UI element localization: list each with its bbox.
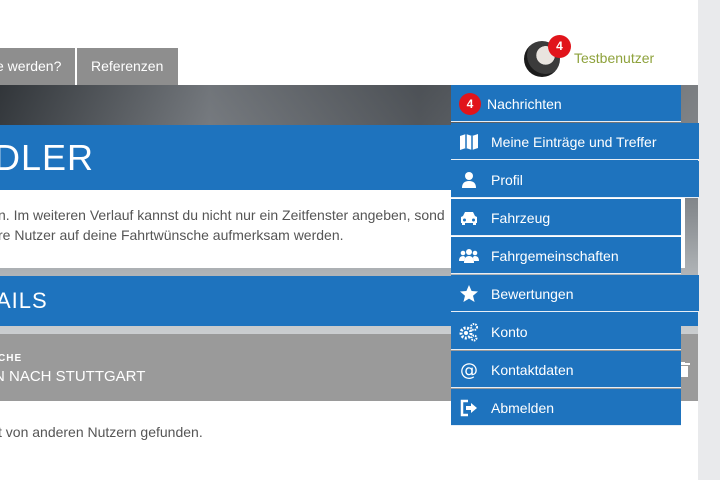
gears-icon xyxy=(459,322,479,342)
svg-text:@: @ xyxy=(460,360,478,380)
intro-text-line1: n. Im weiteren Verlauf kannst du nicht n… xyxy=(0,207,445,223)
notification-badge: 4 xyxy=(548,35,571,58)
menu-item-label: Fahrzeug xyxy=(491,210,551,226)
nav-tab-references[interactable]: Referenzen xyxy=(77,48,179,85)
menu-item-label: Abmelden xyxy=(491,400,555,416)
star-icon xyxy=(459,284,479,304)
menu-item-carpools[interactable]: Fahrgemeinschaften xyxy=(451,237,681,274)
scroll-gutter xyxy=(698,0,720,480)
menu-item-label: Kontaktdaten xyxy=(491,362,574,378)
menu-item-logout[interactable]: Abmelden xyxy=(451,389,681,426)
menu-item-label: Bewertungen xyxy=(491,286,574,302)
menu-item-label: Meine Einträge und Treffer xyxy=(491,134,657,150)
group-icon xyxy=(459,246,479,266)
nav-tab-become[interactable]: e werden? xyxy=(0,48,76,85)
menu-item-label: Nachrichten xyxy=(487,96,562,112)
menu-item-messages[interactable]: 4 Nachrichten xyxy=(451,85,681,122)
messages-badge: 4 xyxy=(459,93,481,115)
username-link[interactable]: Testbenutzer xyxy=(574,50,654,66)
at-icon: @ xyxy=(459,360,479,381)
details-title: AILS xyxy=(0,288,48,313)
menu-item-label: Profil xyxy=(491,172,523,188)
menu-item-label: Konto xyxy=(491,324,528,340)
car-icon xyxy=(459,208,479,228)
route-text: N NACH STUTTGART xyxy=(0,368,146,385)
menu-item-account[interactable]: Konto xyxy=(451,313,681,350)
user-icon xyxy=(459,170,479,190)
found-text: t von anderen Nutzern gefunden. xyxy=(0,424,203,440)
menu-item-entries[interactable]: Meine Einträge und Treffer xyxy=(451,123,699,160)
page-title: DLER xyxy=(0,137,95,178)
menu-item-ratings[interactable]: Bewertungen xyxy=(451,275,699,312)
map-icon xyxy=(459,132,479,152)
menu-item-profile[interactable]: Profil xyxy=(451,161,699,198)
menu-item-label: Fahrgemeinschaften xyxy=(491,248,619,264)
menu-item-vehicle[interactable]: Fahrzeug xyxy=(451,199,681,236)
logout-icon xyxy=(459,398,479,418)
search-label: CHE xyxy=(0,353,23,364)
menu-item-contact[interactable]: @ Kontaktdaten xyxy=(451,351,681,388)
intro-text-line2: re Nutzer auf deine Fahrtwünsche aufmerk… xyxy=(0,227,344,243)
